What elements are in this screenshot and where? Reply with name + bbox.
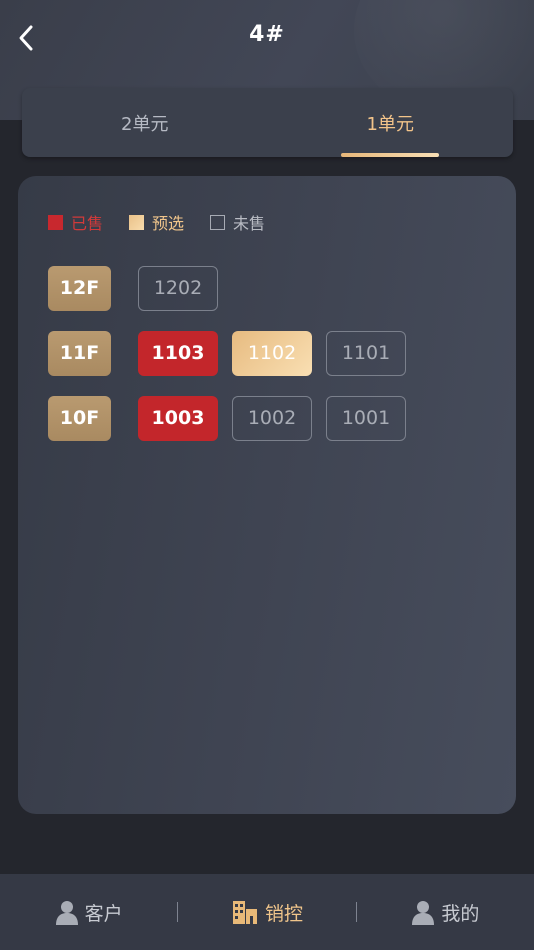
tab-label: 1单元: [366, 113, 414, 135]
nav-label: 销控: [264, 902, 303, 925]
nav-label: 我的: [441, 902, 480, 925]
unit-tabs: 2单元 1单元: [22, 88, 513, 157]
legend-preselected: 预选: [129, 210, 184, 234]
person-icon: [412, 901, 435, 925]
legend-label-preselected: 预选: [152, 214, 185, 233]
sales-panel: 已售 预选 未售 12F 1202 11F 1103 1102 1101 10F…: [18, 176, 516, 814]
building-icon: [232, 901, 257, 924]
sales-control-screen: 4# 2单元 1单元 已售 预选 未售 12F 1202 11F 1103 11…: [0, 0, 534, 950]
sold-swatch: [48, 214, 63, 230]
active-tab-indicator: [341, 153, 440, 157]
nav-customers[interactable]: 客户: [0, 899, 177, 926]
unit-list: 1003 1002 1001: [138, 395, 420, 441]
unit-list: 1202: [138, 265, 232, 311]
page-title: 4#: [249, 22, 285, 47]
tab-unit-2[interactable]: 2单元: [22, 88, 268, 157]
floor-label: 11F: [48, 330, 111, 376]
floor-row-12f: 12F 1202: [48, 265, 232, 311]
unsold-swatch: [210, 214, 226, 230]
legend-label-unsold: 未售: [233, 214, 266, 233]
unit-button[interactable]: 1101: [326, 330, 406, 376]
unit-button[interactable]: 1002: [232, 395, 312, 441]
unit-list: 1103 1102 1101: [138, 330, 420, 376]
unit-button[interactable]: 1003: [138, 395, 218, 441]
floor-row-10f: 10F 1003 1002 1001: [48, 395, 420, 441]
status-legend: 已售 预选 未售: [48, 210, 291, 234]
unit-button[interactable]: 1001: [326, 395, 406, 441]
nav-label: 客户: [84, 902, 123, 925]
tab-label: 2单元: [121, 113, 169, 135]
nav-sales-control[interactable]: 销控: [178, 899, 355, 926]
tab-unit-1[interactable]: 1单元: [268, 88, 514, 157]
bottom-nav: 客户 销控 我的: [0, 874, 534, 950]
unit-button[interactable]: 1202: [138, 265, 218, 311]
preselected-swatch: [129, 214, 145, 230]
floor-label: 12F: [48, 265, 111, 311]
legend-unsold: 未售: [210, 210, 265, 234]
unit-button[interactable]: 1102: [232, 330, 312, 376]
floor-label: 10F: [48, 395, 111, 441]
legend-sold: 已售: [48, 210, 103, 234]
nav-mine[interactable]: 我的: [357, 899, 534, 926]
floor-row-11f: 11F 1103 1102 1101: [48, 330, 420, 376]
unit-button[interactable]: 1103: [138, 330, 218, 376]
person-icon: [55, 901, 78, 925]
legend-label-sold: 已售: [71, 214, 104, 233]
